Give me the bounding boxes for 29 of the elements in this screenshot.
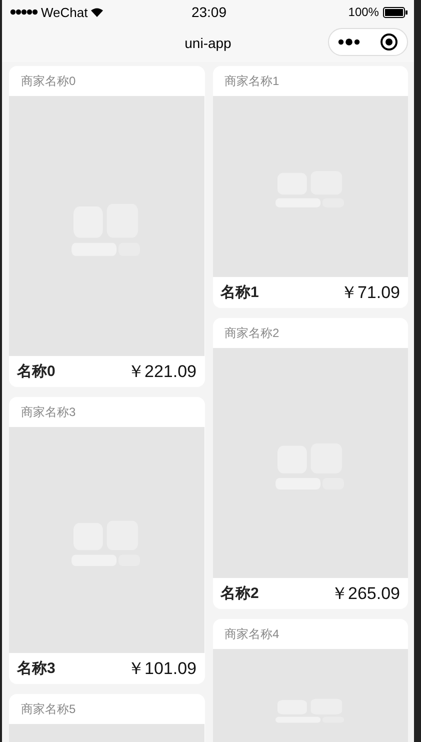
product-price: ￥101.09 — [128, 658, 196, 680]
battery-percent: 100% — [348, 5, 379, 19]
shop-name: 商家名称4 — [224, 626, 280, 643]
shop-name: 商家名称5 — [20, 701, 77, 718]
product-name: 名称3 — [17, 659, 56, 678]
wifi-icon — [90, 8, 103, 16]
capsule-menu[interactable] — [328, 28, 408, 56]
product-name: 名称2 — [220, 584, 259, 603]
battery-icon — [382, 6, 408, 18]
page-title: uni-app — [184, 35, 232, 51]
shop-name: 商家名称2 — [224, 325, 280, 342]
signal-icon — [10, 9, 38, 15]
shop-name: 商家名称1 — [224, 73, 280, 90]
product-card[interactable]: 商家名称4 — [212, 619, 408, 742]
product-name: 名称0 — [17, 362, 56, 381]
product-card[interactable]: 商家名称5 — [9, 694, 204, 742]
product-price: ￥265.09 — [331, 583, 400, 605]
product-card[interactable]: 商家名称1 名称1 ￥71.09 — [212, 66, 408, 308]
shop-name: 商家名称3 — [20, 404, 77, 421]
product-name: 名称1 — [220, 283, 259, 302]
shop-name: 商家名称0 — [20, 73, 77, 90]
carrier-name: WeChat — [41, 4, 88, 20]
product-price: ￥221.09 — [128, 361, 196, 383]
status-time: 23:09 — [191, 4, 227, 20]
product-card[interactable]: 商家名称2 名称2 ￥265.09 — [212, 318, 408, 609]
product-card[interactable]: 商家名称0 名称0 ￥221.09 — [9, 66, 204, 387]
product-price: ￥71.09 — [340, 282, 400, 304]
more-icon[interactable] — [338, 38, 362, 46]
product-card[interactable]: 商家名称3 名称3 ￥101.09 — [9, 397, 204, 684]
